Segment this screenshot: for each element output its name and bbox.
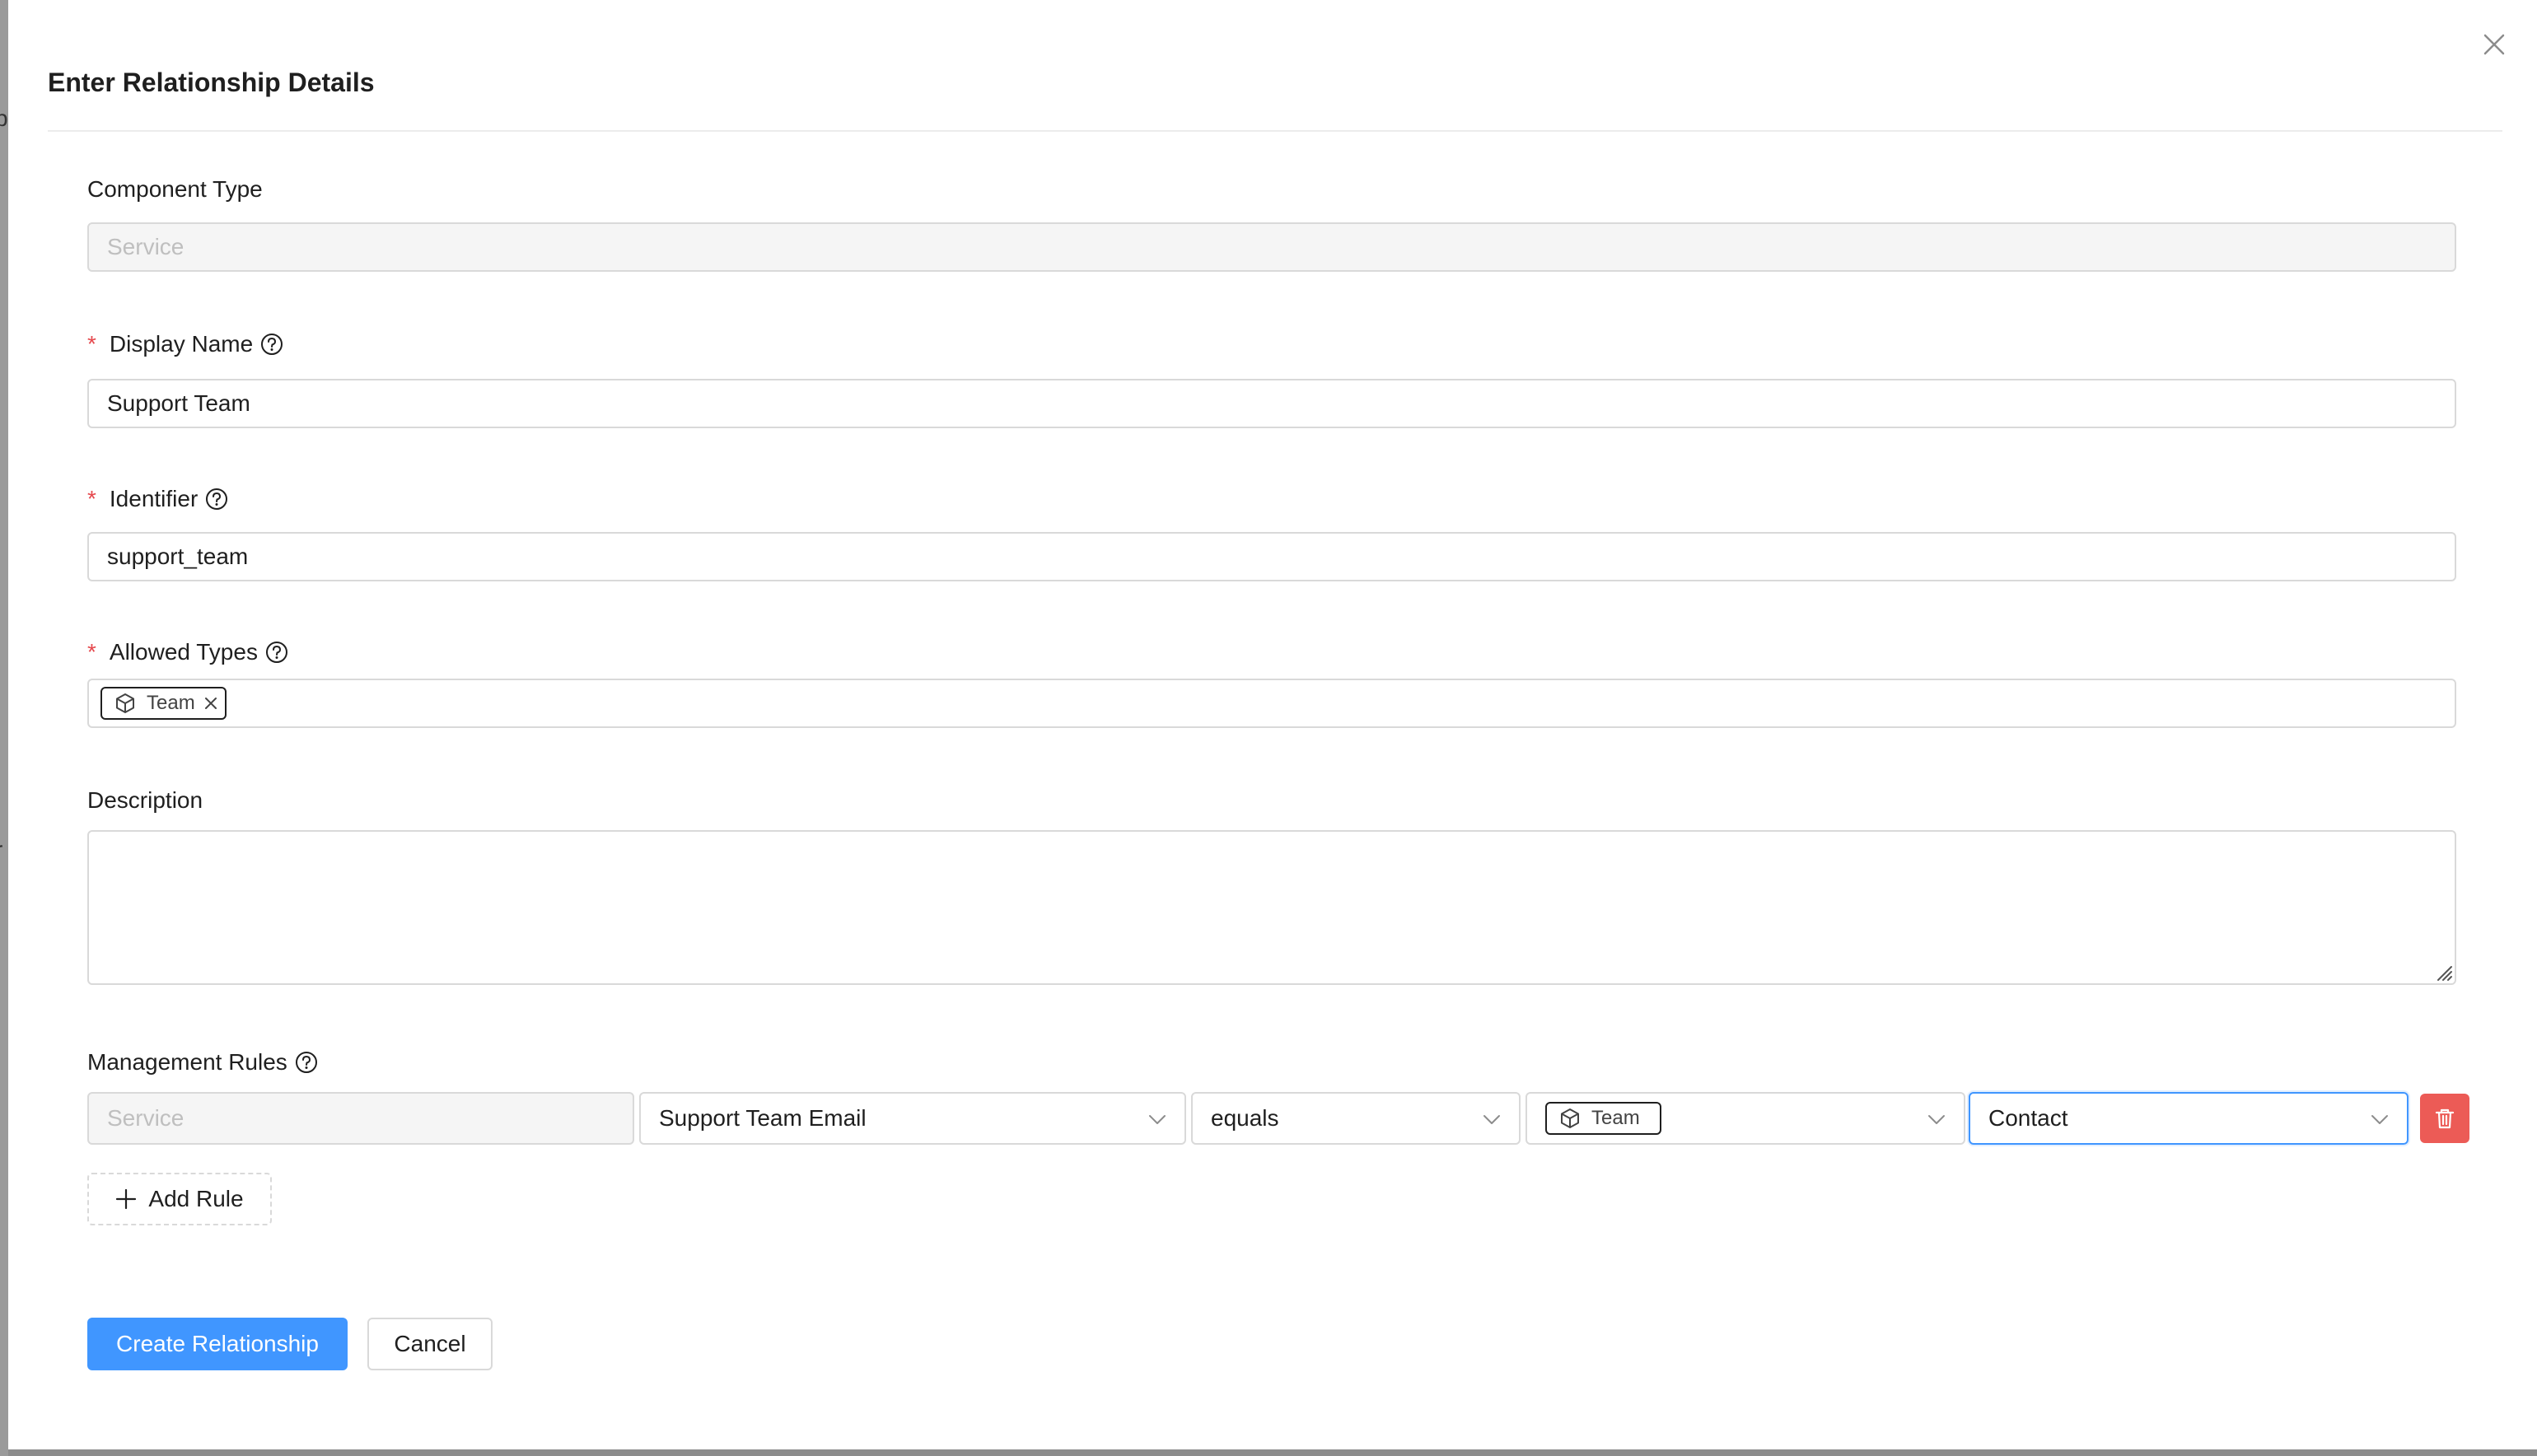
display-name-field[interactable]: Support Team: [87, 379, 2456, 428]
description-label: Description: [87, 787, 203, 813]
question-circle-icon[interactable]: [259, 332, 284, 357]
rule-source-input: Service: [87, 1092, 634, 1145]
identifier-label: * Identifier: [87, 486, 229, 512]
modal-header: [48, 0, 2502, 132]
allowed-types-select[interactable]: Team: [87, 679, 2456, 728]
resize-handle-icon[interactable]: [2433, 962, 2453, 982]
trash-icon: [2435, 1108, 2455, 1129]
identifier-field[interactable]: support_team: [87, 532, 2456, 581]
description-textarea[interactable]: [87, 830, 2456, 985]
rule-operator-select[interactable]: equals: [1191, 1092, 1521, 1145]
rule-target-property-select[interactable]: Contact: [1969, 1092, 2409, 1145]
rule-target-type-select[interactable]: Team: [1525, 1092, 1965, 1145]
target-type-tag: Team: [1545, 1102, 1661, 1135]
chevron-down-icon: [1928, 1115, 1945, 1124]
close-button[interactable]: [2479, 30, 2509, 59]
backdrop-text-fragment: p: [0, 105, 8, 131]
required-marker: *: [87, 331, 96, 357]
add-rule-button[interactable]: Add Rule: [87, 1173, 272, 1225]
question-circle-icon[interactable]: [264, 640, 289, 665]
create-relationship-button[interactable]: Create Relationship: [87, 1318, 348, 1370]
allowed-type-tag: Team: [100, 687, 227, 720]
chevron-down-icon: [1483, 1115, 1500, 1124]
cube-icon: [116, 693, 134, 713]
relationship-modal: Enter Relationship Details Component Typ…: [8, 0, 2537, 1449]
cube-icon: [1561, 1108, 1579, 1128]
backdrop-text-fragment: r: [0, 837, 2, 863]
display-name-label: * Display Name: [87, 331, 284, 357]
chevron-down-icon: [1149, 1115, 1166, 1124]
allowed-types-label: * Allowed Types: [87, 639, 289, 665]
rule-property-select[interactable]: Support Team Email: [639, 1092, 1186, 1145]
component-type-label: Component Type: [87, 176, 263, 202]
close-icon: [2483, 34, 2505, 55]
required-marker: *: [87, 639, 96, 665]
delete-rule-button[interactable]: [2420, 1094, 2469, 1143]
modal-backdrop: p r: [0, 0, 8, 1456]
question-circle-icon[interactable]: [294, 1050, 319, 1075]
component-type-input: Service: [87, 222, 2456, 272]
cancel-button[interactable]: Cancel: [367, 1318, 493, 1370]
question-circle-icon[interactable]: [204, 487, 229, 511]
plus-icon: [115, 1188, 137, 1210]
modal-title: Enter Relationship Details: [48, 68, 375, 97]
required-marker: *: [87, 486, 96, 511]
management-rules-label: Management Rules: [87, 1049, 319, 1076]
tag-remove-icon[interactable]: [203, 696, 218, 711]
chevron-down-icon: [2371, 1115, 2388, 1124]
